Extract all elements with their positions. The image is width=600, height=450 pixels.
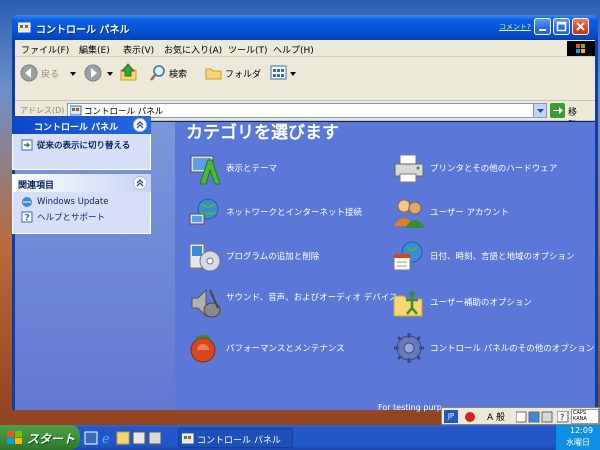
start-button[interactable]: スタート [0, 425, 80, 450]
panel-header[interactable]: コントロール パネル [12, 116, 151, 134]
double-chevron-up-icon [136, 121, 144, 129]
views-dropdown-icon [290, 72, 296, 76]
category-add-remove-programs[interactable]: プログラムの追加と削除 [188, 240, 388, 276]
up-folder-button[interactable] [119, 62, 139, 84]
menu-tools[interactable]: ツール(T) [228, 43, 268, 56]
performance-icon [190, 334, 216, 363]
windows-logo [567, 41, 595, 56]
double-chevron-up-icon [136, 179, 144, 187]
windows-flag-icon [7, 431, 22, 444]
panel-title: コントロール パネル [34, 123, 119, 133]
close-button[interactable] [572, 18, 589, 35]
menu-favorites[interactable]: お気に入り(A) [164, 43, 222, 56]
search-icon [150, 65, 165, 81]
folder-icon [205, 68, 222, 80]
svg-text:?: ? [25, 214, 30, 224]
caps-kana-indicator: CAPS KANA [571, 409, 599, 424]
ime-mode-text[interactable]: A 般 [487, 410, 505, 423]
category-date-time-language[interactable]: 日付、時刻、言語と地域のオプション [392, 240, 592, 276]
ime-language-bar[interactable]: JP A 般 ? CAPS KANA [441, 407, 600, 425]
display-themes-icon [190, 155, 221, 185]
sound-icon [191, 288, 221, 318]
date-time-icon [393, 241, 423, 271]
comment-link[interactable]: コメント? [499, 22, 531, 32]
control-panel-small-icon [182, 433, 194, 444]
menu-bar: ファイル(F) 編集(E) 表示(V) お気に入り(A) ツール(T) ヘルプ(… [15, 40, 595, 57]
windows-update-link[interactable]: Windows Update [37, 197, 108, 207]
minimize-icon [539, 29, 546, 31]
forward-arrow-icon [84, 64, 102, 82]
folders-button[interactable]: フォルダ [205, 62, 267, 84]
category-sounds-audio[interactable]: サウンド、音声、およびオーディオ デバイス [188, 286, 398, 322]
quick-launch-icons[interactable]: e [83, 429, 173, 447]
address-dropdown-button[interactable] [533, 104, 546, 117]
category-performance-maintenance[interactable]: パフォーマンスとメンテナンス [188, 331, 388, 367]
forward-button[interactable] [83, 62, 117, 84]
collapse-button[interactable] [133, 176, 147, 190]
other-options-icon [394, 333, 424, 363]
forward-dropdown-icon [107, 72, 113, 76]
go-button[interactable]: 移動 [550, 103, 577, 131]
help-support-link[interactable]: ヘルプとサポート [37, 211, 105, 223]
menu-help[interactable]: ヘルプ(H) [273, 43, 314, 56]
switch-view-icon [21, 139, 33, 151]
category-user-accounts[interactable]: ユーザー アカウント [392, 196, 592, 232]
ime-input-mode-icon[interactable] [464, 411, 476, 423]
search-button[interactable]: 検索 [149, 62, 201, 84]
category-other-options[interactable]: コントロール パネルのその他のオプション [392, 331, 594, 367]
clock-time[interactable]: 12:09 [570, 426, 593, 435]
printer-icon [394, 154, 424, 183]
maximize-icon [556, 21, 567, 32]
views-button[interactable] [270, 62, 298, 84]
help-icon: ? [21, 211, 33, 223]
category-network-internet[interactable]: ネットワークとインターネット接続 [188, 196, 388, 232]
back-dropdown-icon [70, 72, 76, 76]
control-panel-icon [18, 22, 31, 33]
toolbar: 戻る 検索 フォルダ [15, 57, 595, 101]
switch-classic-view-link[interactable]: 従来の表示に切り替える [37, 139, 130, 151]
back-button[interactable]: 戻る [19, 62, 79, 84]
up-folder-icon [120, 63, 137, 81]
taskbar-item-control-panel[interactable]: コントロール パネル [178, 428, 293, 448]
accessibility-icon [393, 291, 423, 317]
clock-day[interactable]: 水曜日 [566, 437, 590, 448]
control-panel-small-icon [70, 105, 82, 116]
ime-tools-icons[interactable] [516, 410, 556, 424]
ime-language-indicator[interactable]: JP [444, 410, 458, 423]
page-title: カテゴリを選びます [186, 123, 339, 143]
add-remove-programs-icon [189, 243, 221, 272]
close-icon [576, 22, 585, 31]
collapse-button[interactable] [133, 118, 147, 132]
back-arrow-icon [20, 64, 38, 82]
views-icon [270, 65, 287, 80]
windows-update-icon [22, 197, 32, 207]
category-printers-hardware[interactable]: プリンタとその他のハードウェア [392, 152, 592, 188]
panel-title: 関連項目 [18, 181, 55, 191]
category-display-themes[interactable]: 表示とテーマ [188, 152, 388, 188]
system-tray: 12:09 水曜日 [555, 425, 600, 450]
panel-header[interactable]: 関連項目 [12, 174, 151, 192]
window-title: コントロール パネル [36, 25, 130, 36]
minimize-button[interactable] [534, 18, 551, 35]
see-also-task-box: 関連項目 Windows Update ? ヘルプとサポート [12, 174, 151, 234]
title-bar[interactable]: コントロール パネル コメント? [12, 15, 598, 40]
users-icon [394, 199, 425, 228]
ime-help-icon[interactable]: ? [557, 411, 569, 423]
menu-edit[interactable]: 編集(E) [79, 43, 110, 56]
testing-text: For testing purp [378, 403, 442, 412]
svg-text:e: e [102, 432, 110, 447]
maximize-button[interactable] [553, 18, 570, 35]
category-accessibility[interactable]: ユーザー補助のオプション [392, 286, 592, 322]
control-panel-task-box: コントロール パネル 従来の表示に切り替える [12, 116, 151, 170]
address-label: アドレス(D) [20, 106, 65, 115]
menu-file[interactable]: ファイル(F) [21, 43, 69, 56]
chevron-down-icon [537, 109, 544, 113]
svg-text:?: ? [560, 413, 564, 422]
taskbar: スタート e コントロール パネル 12:09 水曜日 [0, 425, 600, 450]
network-icon [189, 198, 219, 225]
menu-view[interactable]: 表示(V) [123, 43, 154, 56]
go-arrow-icon [550, 103, 565, 118]
